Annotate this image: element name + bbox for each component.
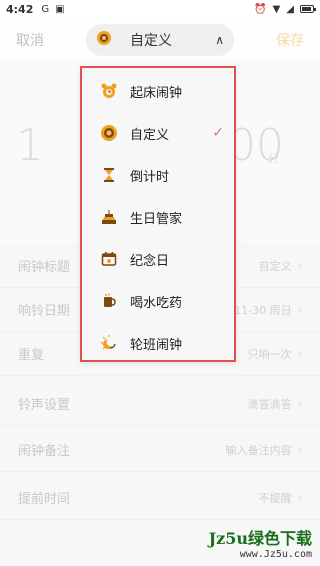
- custom-badge-icon: [100, 124, 118, 142]
- alarm-type-dropdown: 起床闹钟 自定义 ✓ 倒计时 生日管家 纪念日 喝水吃药 轮班闹钟: [80, 66, 236, 362]
- notification-icon-box: ▣: [55, 3, 65, 15]
- cancel-button[interactable]: 取消: [16, 30, 44, 50]
- battery-icon: [300, 5, 316, 13]
- dropdown-item-label: 生日管家: [130, 211, 183, 227]
- watermark: Jz5u绿色下载 www.Jz5u.com: [209, 525, 312, 560]
- row-ringtone[interactable]: 铃声设置 滴答滴答 ›: [0, 382, 320, 426]
- dropdown-item-countdown[interactable]: 倒计时: [82, 154, 234, 196]
- watermark-url: www.Jz5u.com: [239, 549, 312, 560]
- status-system-icons: ⏰ ▼ ◢: [254, 3, 316, 15]
- row-label: 闹钟备注: [18, 444, 71, 459]
- alarm-clock-icon: [100, 82, 118, 100]
- status-time: 4:42: [6, 2, 34, 16]
- dropdown-item-custom[interactable]: 自定义 ✓: [82, 112, 234, 154]
- cell-icon: ◢: [286, 3, 294, 15]
- chevron-right-icon: ›: [297, 491, 302, 504]
- selected-type-label: 自定义: [130, 33, 172, 49]
- dropdown-item-label: 纪念日: [130, 253, 170, 269]
- chevron-right-icon: ›: [297, 259, 302, 272]
- row-label: 重复: [18, 348, 45, 363]
- minute-unit: 分: [268, 152, 279, 165]
- hour-digit: 1: [16, 120, 44, 171]
- row-label: 铃声设置: [18, 398, 71, 413]
- dropdown-item-label: 自定义: [130, 127, 170, 143]
- row-note[interactable]: 闹钟备注 输入备注内容 ›: [0, 428, 320, 472]
- dropdown-item-label: 倒计时: [130, 169, 170, 185]
- dropdown-item-label: 起床闹钟: [130, 85, 183, 101]
- signal-icon: ▼: [272, 3, 281, 15]
- top-bar: 取消 自定义 ∧ 保存: [0, 18, 320, 62]
- chevron-right-icon: ›: [297, 443, 302, 456]
- calendar-icon: [100, 250, 118, 268]
- dropdown-item-label: 喝水吃药: [130, 295, 183, 311]
- dropdown-item-wake-up[interactable]: 起床闹钟: [82, 70, 234, 112]
- hourglass-icon: [100, 166, 118, 184]
- row-value: 11-30 周日: [234, 303, 292, 317]
- dropdown-item-anniversary[interactable]: 纪念日: [82, 238, 234, 280]
- check-icon: ✓: [212, 125, 224, 141]
- save-button[interactable]: 保存: [276, 30, 304, 50]
- row-label: 提前时间: [18, 492, 71, 507]
- alarm-status-icon: ⏰: [254, 3, 267, 15]
- row-value: 滴答滴答: [247, 397, 292, 411]
- dropdown-item-birthday[interactable]: 生日管家: [82, 196, 234, 238]
- status-notification-icons: G ▣: [41, 4, 64, 15]
- chevron-up-icon: ∧: [215, 33, 224, 47]
- chevron-right-icon: ›: [297, 303, 302, 316]
- chevron-right-icon: ›: [297, 397, 302, 410]
- cup-icon: [100, 292, 118, 310]
- sun-moon-icon: [100, 334, 118, 352]
- row-advance-time[interactable]: 提前时间 不提醒 ›: [0, 476, 320, 520]
- watermark-title: Jz5u绿色下载: [208, 529, 312, 548]
- row-value: 只响一次: [247, 347, 292, 361]
- row-label: 响铃日期: [18, 304, 71, 319]
- row-value: 输入备注内容: [225, 443, 292, 457]
- chevron-right-icon: ›: [297, 347, 302, 360]
- status-bar: 4:42 G ▣ ⏰ ▼ ◢: [0, 0, 320, 18]
- cake-icon: [100, 208, 118, 226]
- notification-icon-g: G: [41, 3, 50, 15]
- dropdown-item-shift-alarm[interactable]: 轮班闹钟: [82, 322, 234, 364]
- dropdown-item-label: 轮班闹钟: [130, 337, 183, 353]
- alarm-type-selector[interactable]: 自定义 ∧: [86, 24, 234, 56]
- row-value: 不提醒: [258, 491, 292, 505]
- row-value: 自定义: [258, 259, 292, 273]
- custom-badge-icon: [96, 30, 112, 50]
- row-label: 闹钟标题: [18, 260, 71, 275]
- dropdown-item-water-medicine[interactable]: 喝水吃药: [82, 280, 234, 322]
